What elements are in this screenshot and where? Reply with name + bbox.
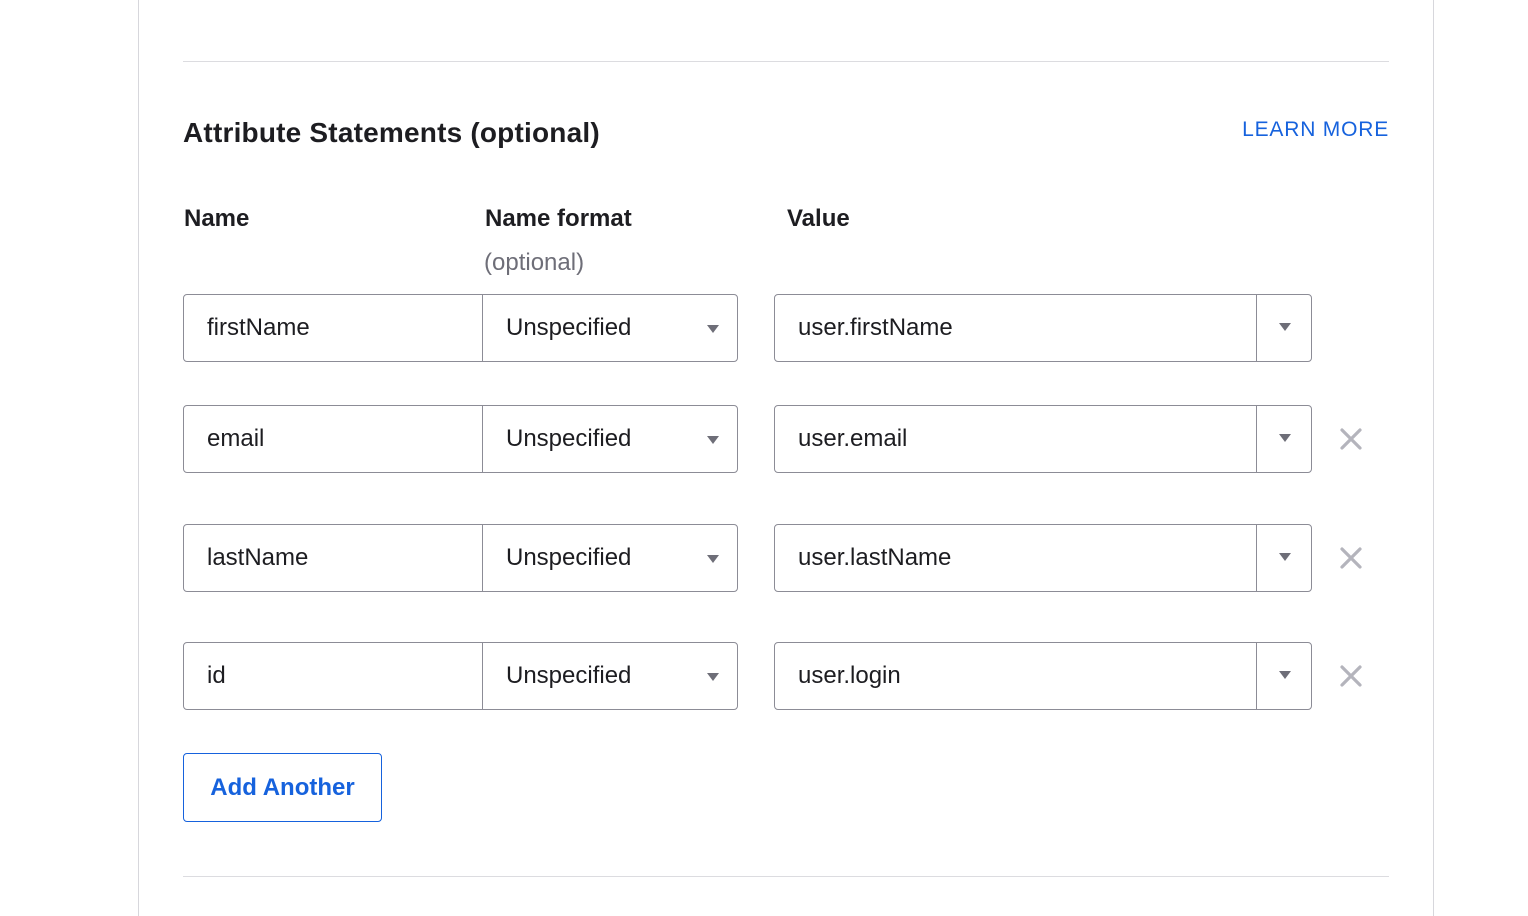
- section-divider-top: [183, 61, 1389, 62]
- chevron-down-icon: [707, 673, 719, 681]
- column-header-name: Name: [184, 205, 250, 232]
- column-header-name-format: Name format: [485, 205, 632, 232]
- learn-more-link[interactable]: LEARN MORE: [1242, 118, 1389, 142]
- chevron-down-icon: [707, 325, 719, 333]
- attribute-value-input[interactable]: user.login: [774, 642, 1258, 710]
- name-format-value: Unspecified: [506, 314, 632, 341]
- attribute-value-text: user.lastName: [798, 544, 952, 571]
- attribute-row: firstName Unspecified user.firstName: [183, 294, 1383, 362]
- attribute-name-input[interactable]: firstName: [183, 294, 483, 362]
- attribute-value-input[interactable]: user.firstName: [774, 294, 1258, 362]
- chevron-down-icon: [707, 436, 719, 444]
- value-dropdown-toggle[interactable]: [1256, 524, 1312, 592]
- attribute-value-text: user.login: [798, 662, 901, 689]
- attribute-value-input[interactable]: user.email: [774, 405, 1258, 473]
- value-dropdown-toggle[interactable]: [1256, 642, 1312, 710]
- attribute-row: lastName Unspecified user.lastName: [183, 524, 1383, 592]
- close-icon[interactable]: [1339, 546, 1363, 570]
- chevron-down-icon: [1279, 323, 1291, 331]
- chevron-down-icon: [1279, 553, 1291, 561]
- name-format-select[interactable]: Unspecified: [482, 405, 738, 473]
- attribute-name-value: lastName: [207, 544, 309, 571]
- attribute-name-value: id: [207, 662, 226, 689]
- section-title: Attribute Statements (optional): [183, 117, 600, 148]
- attribute-value-text: user.email: [798, 425, 908, 452]
- attribute-name-input[interactable]: id: [183, 642, 483, 710]
- attribute-row: email Unspecified user.email: [183, 405, 1383, 473]
- attribute-row: id Unspecified user.login: [183, 642, 1383, 710]
- chevron-down-icon: [1279, 434, 1291, 442]
- chevron-down-icon: [707, 555, 719, 563]
- value-dropdown-toggle[interactable]: [1256, 405, 1312, 473]
- attribute-name-value: firstName: [207, 314, 310, 341]
- value-dropdown-toggle[interactable]: [1256, 294, 1312, 362]
- name-format-select[interactable]: Unspecified: [482, 524, 738, 592]
- attribute-value-input[interactable]: user.lastName: [774, 524, 1258, 592]
- attribute-name-value: email: [207, 425, 265, 452]
- column-header-value: Value: [787, 205, 850, 232]
- close-icon[interactable]: [1339, 664, 1363, 688]
- column-header-name-format-hint: (optional): [484, 249, 585, 276]
- name-format-value: Unspecified: [506, 425, 632, 452]
- close-icon[interactable]: [1339, 427, 1363, 451]
- attribute-name-input[interactable]: lastName: [183, 524, 483, 592]
- attribute-value-text: user.firstName: [798, 314, 953, 341]
- name-format-select[interactable]: Unspecified: [482, 294, 738, 362]
- name-format-select[interactable]: Unspecified: [482, 642, 738, 710]
- name-format-value: Unspecified: [506, 544, 632, 571]
- add-another-button[interactable]: Add Another: [183, 753, 382, 822]
- attribute-name-input[interactable]: email: [183, 405, 483, 473]
- name-format-value: Unspecified: [506, 662, 632, 689]
- chevron-down-icon: [1279, 671, 1291, 679]
- section-divider-bottom: [183, 876, 1389, 877]
